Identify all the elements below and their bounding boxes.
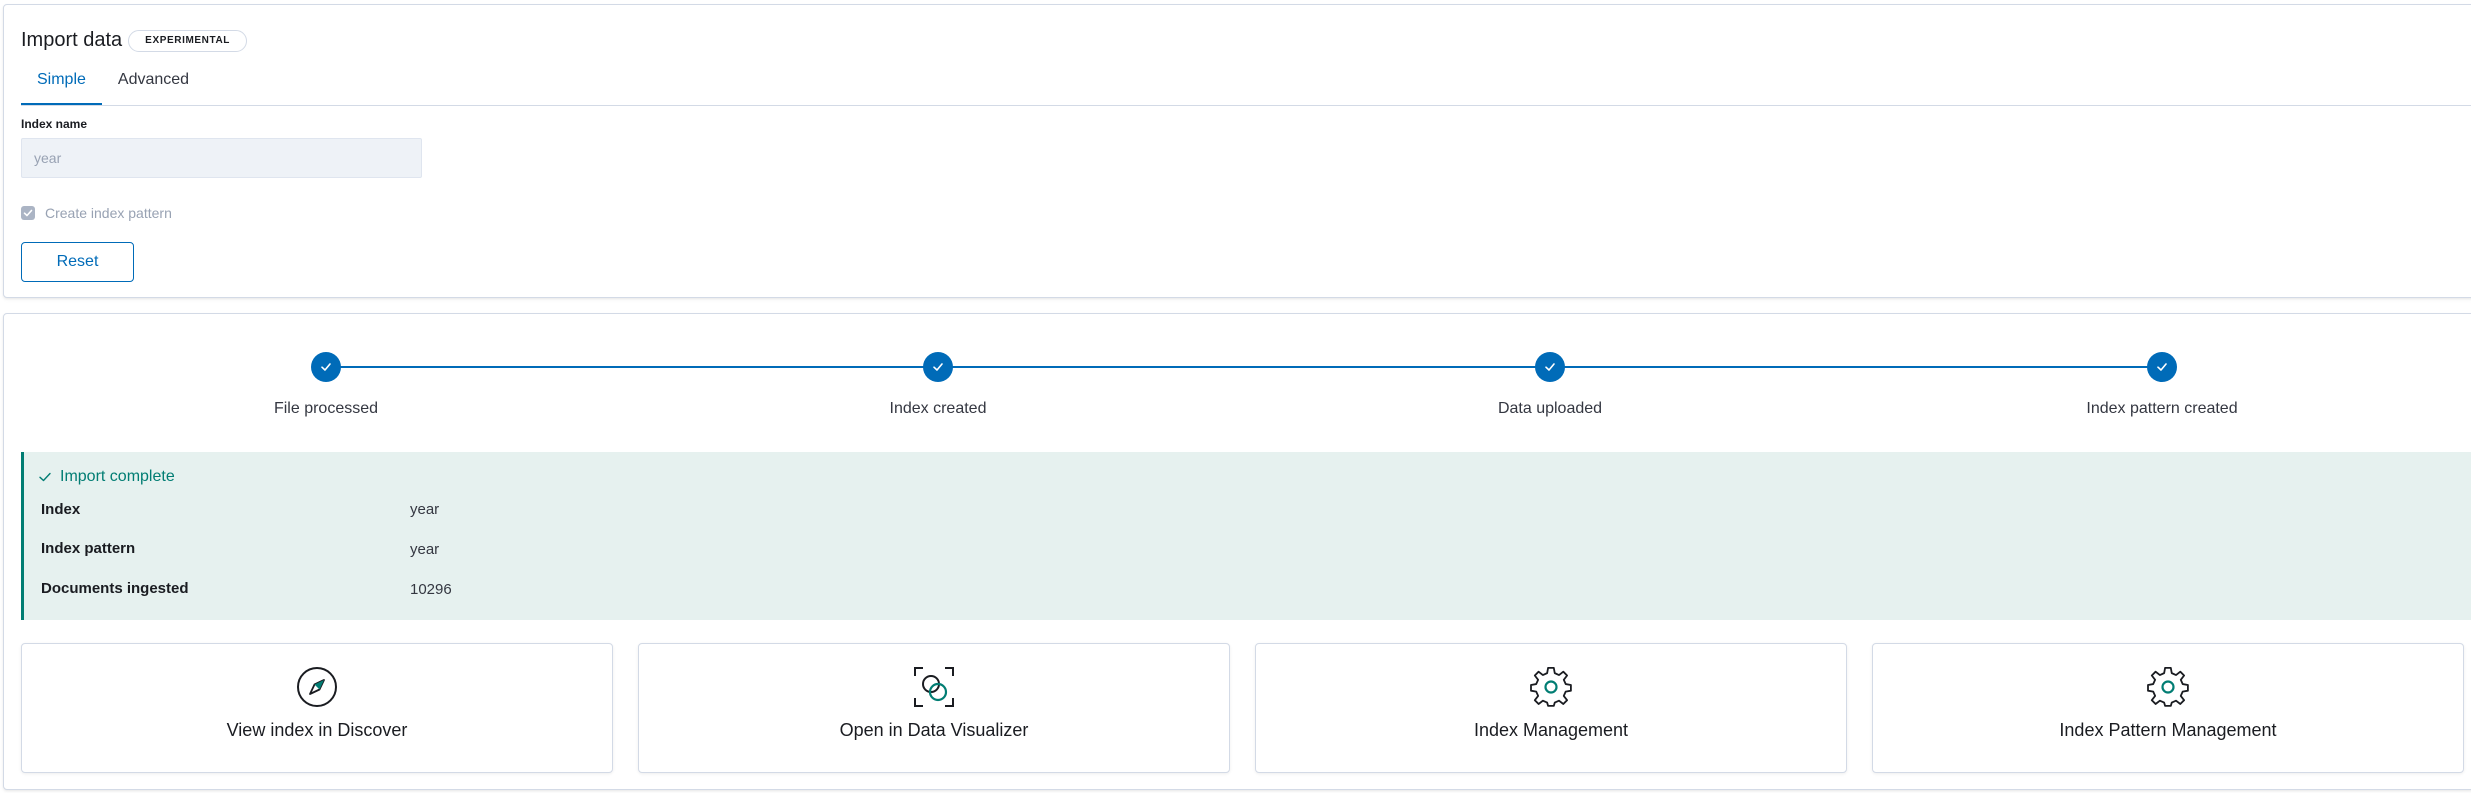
title-row: Import data EXPERIMENTAL <box>21 29 247 52</box>
tabs: Simple Advanced <box>21 63 2471 106</box>
card-open-data-visualizer[interactable]: Open in Data Visualizer <box>638 643 1230 773</box>
callout-title: Import complete <box>38 468 175 486</box>
import-complete-callout: Import complete Index year Index pattern… <box>21 452 2471 620</box>
experimental-badge: EXPERIMENTAL <box>128 29 247 52</box>
index-name-label: Index name <box>21 117 88 131</box>
card-title: Index Management <box>1473 720 1629 740</box>
index-name-input[interactable] <box>21 138 422 178</box>
step-complete-icon <box>1535 352 1565 382</box>
steps-connector-line <box>326 366 2160 368</box>
result-key: Index <box>41 501 81 518</box>
step-index-pattern-created: Index pattern created <box>2032 352 2292 418</box>
result-value: year <box>410 541 440 558</box>
step-complete-icon <box>923 352 953 382</box>
create-index-pattern-row: Create index pattern <box>21 205 172 221</box>
step-file-processed: File processed <box>196 352 456 418</box>
result-key: Documents ingested <box>41 580 189 597</box>
card-title: Index Pattern Management <box>2059 720 2277 740</box>
import-data-panel: Import data EXPERIMENTAL Simple Advanced… <box>3 4 2471 298</box>
step-data-uploaded: Data uploaded <box>1420 352 1680 418</box>
check-icon <box>23 209 33 217</box>
step-index-created: Index created <box>808 352 1068 418</box>
import-progress-panel: File processed Index created Data upload… <box>3 313 2471 790</box>
page-title: Import data <box>21 29 123 51</box>
step-title: File processed <box>273 400 379 417</box>
step-complete-icon <box>2147 352 2177 382</box>
step-title: Data uploaded <box>1497 400 1603 417</box>
card-title: Open in Data Visualizer <box>839 720 1029 740</box>
gear-icon <box>2147 666 2189 707</box>
data-visualizer-icon <box>914 667 954 707</box>
result-value: year <box>410 501 440 518</box>
create-index-pattern-checkbox[interactable] <box>21 206 35 220</box>
reset-button[interactable]: Reset <box>21 242 134 282</box>
create-index-pattern-label: Create index pattern <box>45 205 172 221</box>
card-view-in-discover[interactable]: View index in Discover <box>21 643 613 773</box>
step-title: Index created <box>889 400 987 417</box>
compass-icon <box>297 667 337 707</box>
result-key: Index pattern <box>41 540 136 557</box>
step-title: Index pattern created <box>2086 400 2238 417</box>
gear-icon <box>1530 666 1572 707</box>
card-title: View index in Discover <box>226 720 408 740</box>
step-complete-icon <box>311 352 341 382</box>
check-icon <box>39 472 51 482</box>
tab-simple[interactable]: Simple <box>21 63 102 105</box>
card-index-management[interactable]: Index Management <box>1255 643 1847 773</box>
card-index-pattern-management[interactable]: Index Pattern Management <box>1872 643 2464 773</box>
callout-title-text: Import complete <box>60 468 175 485</box>
tab-advanced[interactable]: Advanced <box>102 63 205 105</box>
result-value: 10296 <box>410 581 452 598</box>
